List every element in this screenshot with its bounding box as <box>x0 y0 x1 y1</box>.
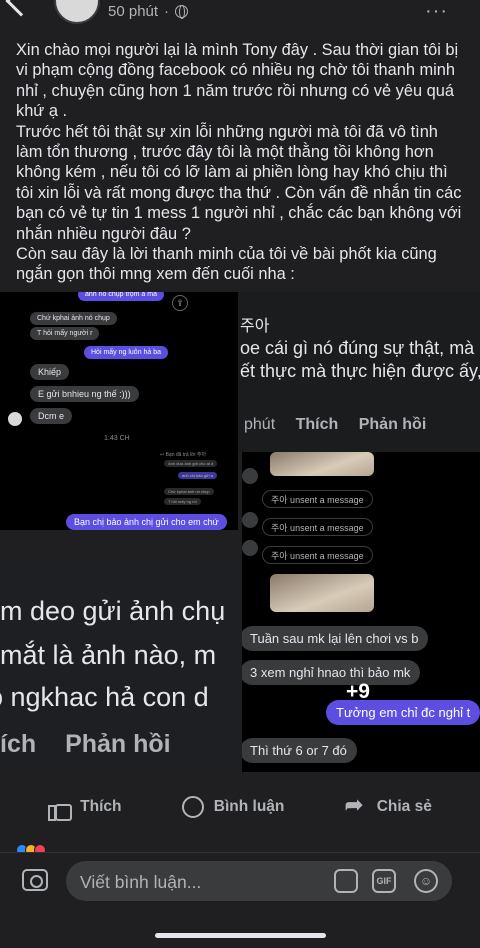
unsent-message: 주아 unsent a message <box>262 546 373 564</box>
share-arrow-icon <box>345 792 367 818</box>
collage-photo-1[interactable]: ảnh nó chụp trộm à mà ⇪ Chứ kphai ảnh nó… <box>0 292 238 530</box>
message-bubble: Hỏi mấy ng luôn hả ba <box>84 346 169 359</box>
home-indicator <box>155 933 326 938</box>
post-header: 50 phút · ··· <box>0 0 480 30</box>
message-bubble: Thì thứ 6 or 7 đó <box>242 738 357 763</box>
post-paragraph: Trước hết tôi thật sự xin lỗi những ngườ… <box>16 122 462 243</box>
message-bubble: Khiếp <box>30 364 70 380</box>
avatar <box>242 540 258 556</box>
photo-collage[interactable]: ảnh nó chụp trộm à mà ⇪ Chứ kphai ảnh nó… <box>0 292 480 772</box>
message-bubble: Chứ kphai ảnh nó chụp <box>30 312 117 325</box>
unsent-message: 주아 unsent a message <box>262 518 373 536</box>
message-bubble: T hỏi mấy ng rồi <box>164 498 201 505</box>
post-actions: Thích Bình luận Chia sẻ <box>0 784 480 830</box>
like-link: ích <box>0 730 37 758</box>
avatar <box>8 412 22 426</box>
unsent-message: 주아 unsent a message <box>262 490 373 508</box>
post-time[interactable]: 50 phút <box>108 3 158 20</box>
collage-photo-2[interactable]: 주아 oe cái gì nó đúng sự thật, mà ết thực… <box>238 292 480 452</box>
photo-thumbnail <box>270 452 374 476</box>
message-time: 1:43 CH <box>104 435 130 442</box>
comment-text: oe cái gì nó đúng sự thật, mà <box>240 338 475 358</box>
post-paragraph: Xin chào mọi người lại là mình Tony đây … <box>16 41 459 121</box>
message-bubble: Dcm e <box>30 408 73 424</box>
message-bubble: E gửi bnhieu ng thế :))) <box>30 386 139 402</box>
photo-thumbnail <box>270 574 374 612</box>
reply-link: Phản hồi <box>358 416 427 433</box>
more-options-icon[interactable]: ··· <box>425 0 448 23</box>
sticker-icon[interactable] <box>334 869 358 893</box>
message-bubble: T hỏi mấy người r <box>30 327 100 340</box>
comment-composer: Viết bình luận... GIF ☺ <box>0 852 480 908</box>
gif-icon[interactable]: GIF <box>372 869 396 893</box>
comment-actions: phút Thích Phản hồi <box>244 416 442 434</box>
message-bubble: Chứ kphai ảnh nó chụp <box>164 488 214 495</box>
like-link: Thích <box>295 416 339 433</box>
comment-time: phút <box>244 416 276 433</box>
share-icon: ⇪ <box>172 295 188 311</box>
back-arrow-icon[interactable] <box>5 0 37 17</box>
post-paragraph: Còn sau đây là lời thanh minh của tôi về… <box>16 245 437 284</box>
comment-icon <box>181 796 204 818</box>
message-bubble: Bạn chị bảo ảnh chị gửi cho em chứ <box>66 514 227 530</box>
reply-link: Phản hồi <box>65 730 171 758</box>
like-button[interactable]: Thích <box>48 796 122 821</box>
avatar[interactable] <box>54 0 100 24</box>
globe-icon <box>175 5 189 19</box>
collage-photo-4[interactable]: m deo gửi ảnh chụ mắt là ảnh nào, m o ng… <box>0 554 238 772</box>
comment-actions: ích Phản hồi <box>0 730 171 759</box>
comment-text: ết thực mà thực hiện được ấy, <box>240 361 480 381</box>
more-photos-count[interactable]: +9 <box>346 680 370 704</box>
comment-text: o ngkhac hả con d <box>0 682 209 712</box>
share-label: Chia sẻ <box>376 798 432 815</box>
post-body: Xin chào mọi người lại là mình Tony đây … <box>16 40 468 285</box>
like-label: Thích <box>80 798 122 815</box>
comment-author: 주아 <box>240 318 270 335</box>
avatar <box>242 468 258 484</box>
message-bubble: anh chị bảo gửi à <box>178 472 217 479</box>
comment-label: Bình luận <box>213 798 285 815</box>
camera-icon[interactable] <box>22 869 48 891</box>
message-bubble: 3 xem nghỉ hnao thì bảo mk <box>242 660 421 685</box>
avatar <box>242 512 258 528</box>
collage-photo-3[interactable]: 주아 unsent a message 주아 unsent a message … <box>242 452 480 612</box>
emoji-icon[interactable]: ☺ <box>414 869 438 893</box>
message-bubble: Tuần sau mk lại lên chơi vs b <box>242 626 429 651</box>
comment-text: m deo gửi ảnh chụ <box>0 596 226 626</box>
meta-separator: · <box>164 3 170 20</box>
comment-text: mắt là ảnh nào, m <box>0 640 217 670</box>
comment-placeholder: Viết bình luận... <box>80 872 202 892</box>
reply-note: ↩ Bạn đã trả lời 주아 <box>160 452 207 458</box>
comment-button[interactable]: Bình luận <box>181 796 285 818</box>
message-bubble: Anh đưa ảnh gửi cho ai à <box>164 460 218 467</box>
thumbs-up-icon <box>48 796 73 821</box>
share-button[interactable]: Chia sẻ <box>345 792 432 818</box>
post-meta: 50 phút · <box>108 3 189 20</box>
message-bubble: ảnh nó chụp trộm à mà <box>78 292 164 301</box>
